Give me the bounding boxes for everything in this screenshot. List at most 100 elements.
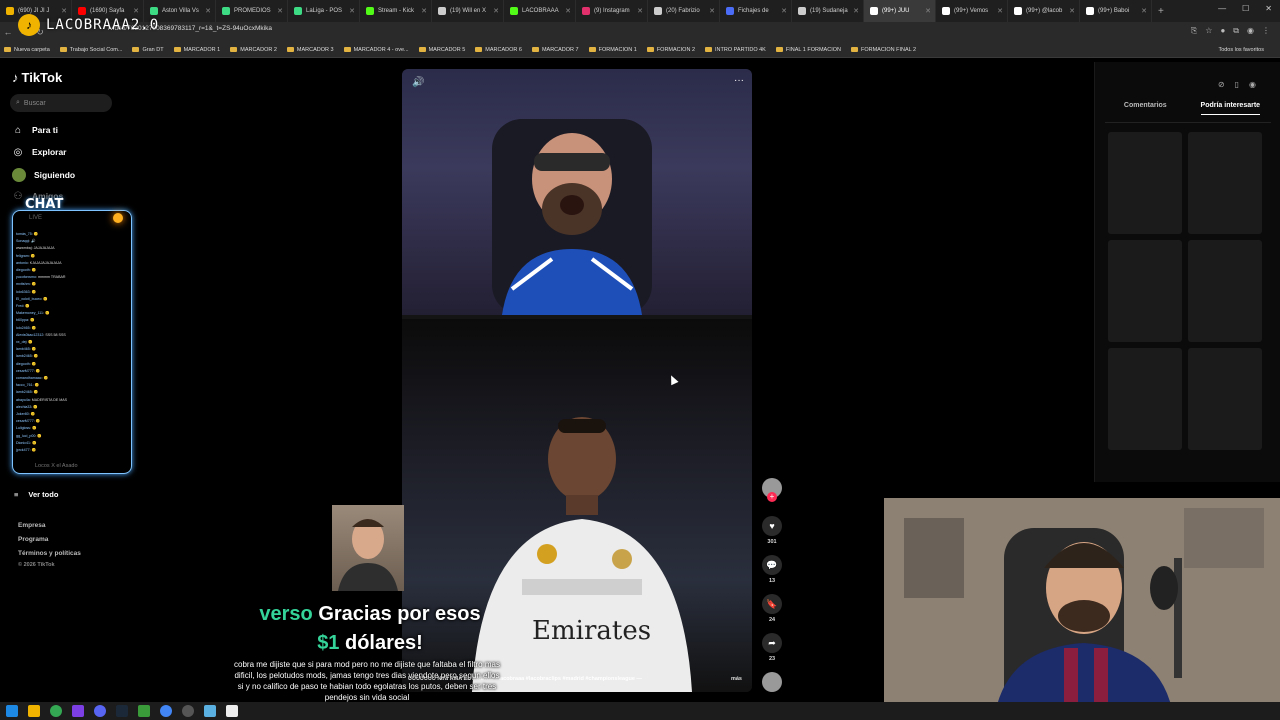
heart-icon[interactable]: ♥ bbox=[762, 516, 782, 536]
see-all-link[interactable]: ≡ Ver todo bbox=[14, 490, 58, 499]
tab-close-icon[interactable]: ✕ bbox=[1141, 7, 1147, 15]
bookmark-item[interactable]: INTRO PARTIDO 4K bbox=[705, 47, 766, 53]
bookmark-item[interactable]: MARCADOR 7 bbox=[531, 47, 579, 53]
like-action[interactable]: ♥ 301 bbox=[760, 516, 784, 545]
bookmark-item[interactable]: MARCADOR 2 bbox=[230, 47, 277, 53]
app-icon[interactable] bbox=[72, 705, 84, 717]
comment-icon[interactable]: 💬 bbox=[762, 555, 782, 575]
tab-close-icon[interactable]: ✕ bbox=[637, 7, 643, 15]
gift-icon[interactable]: ⊘ bbox=[1218, 80, 1225, 89]
bookmark-item[interactable]: FORMACION FINAL 2 bbox=[850, 47, 916, 53]
browser-tab[interactable]: (19) Will en X ✕ bbox=[432, 0, 504, 22]
file-explorer-icon[interactable] bbox=[28, 705, 40, 717]
extension-icon[interactable]: ● bbox=[1220, 26, 1225, 36]
comment-action[interactable]: 💬 13 bbox=[760, 555, 784, 584]
footer-terminos[interactable]: Términos y políticas bbox=[18, 550, 81, 557]
all-bookmarks[interactable]: Todos los favoritos bbox=[1218, 47, 1264, 53]
suggested-thumbnail[interactable] bbox=[1108, 348, 1182, 450]
suggested-thumbnail[interactable] bbox=[1188, 348, 1262, 450]
bookmark-item[interactable]: Gran DT bbox=[132, 47, 164, 53]
creator-avatar[interactable]: + bbox=[760, 478, 784, 502]
tab-close-icon[interactable]: ✕ bbox=[277, 7, 283, 15]
maximize-icon[interactable]: ☐ bbox=[1242, 4, 1249, 13]
volume-icon[interactable]: 🔊 bbox=[412, 77, 424, 88]
save-action[interactable]: 🔖 24 bbox=[760, 594, 784, 623]
tab-close-icon[interactable]: ✕ bbox=[205, 7, 211, 15]
steam-icon[interactable] bbox=[116, 705, 128, 717]
browser-tab[interactable]: Fichajes de ✕ bbox=[720, 0, 792, 22]
nav-para-ti[interactable]: ⌂ Para ti bbox=[12, 124, 58, 136]
tab-close-icon[interactable]: ✕ bbox=[997, 7, 1003, 15]
new-tab-icon[interactable]: + bbox=[1152, 6, 1170, 17]
profile-icon[interactable]: ◉ bbox=[1247, 26, 1254, 36]
tab-close-icon[interactable]: ✕ bbox=[421, 7, 427, 15]
bookmark-item[interactable]: Nueva carpeta bbox=[4, 47, 50, 53]
bookmark-star-icon[interactable]: ☆ bbox=[1205, 26, 1212, 36]
footer-programa[interactable]: Programa bbox=[18, 536, 48, 543]
tab-close-icon[interactable]: ✕ bbox=[565, 7, 571, 15]
extensions-puzzle-icon[interactable]: ⧉ bbox=[1233, 26, 1239, 36]
bookmark-item[interactable]: FORMACION 2 bbox=[646, 47, 695, 53]
install-icon[interactable]: ⎘ bbox=[1191, 26, 1197, 36]
suggested-thumbnail[interactable] bbox=[1108, 240, 1182, 342]
discord-icon[interactable] bbox=[94, 705, 106, 717]
browser-tab[interactable]: (20) Fabrizio ✕ bbox=[648, 0, 720, 22]
bookmark-item[interactable]: FINAL 1 FORMACION bbox=[775, 47, 841, 53]
back-icon[interactable]: ← bbox=[0, 27, 16, 37]
tiktok-app-icon[interactable] bbox=[226, 705, 238, 717]
share-icon[interactable]: ➦ bbox=[762, 633, 782, 653]
chrome-icon[interactable] bbox=[50, 705, 62, 717]
device-icon[interactable]: ▯ bbox=[1235, 80, 1239, 89]
tab-close-icon[interactable]: ✕ bbox=[709, 7, 715, 15]
tab-close-icon[interactable]: ✕ bbox=[349, 7, 355, 15]
app-icon[interactable] bbox=[138, 705, 150, 717]
bookmark-item[interactable]: MARCADOR 6 bbox=[475, 47, 522, 53]
bookmark-item[interactable]: FORMACION 1 bbox=[588, 47, 637, 53]
share-action[interactable]: ➦ 23 bbox=[760, 633, 784, 662]
tiktok-logo[interactable]: ♪ TikTok bbox=[12, 70, 62, 85]
browser-tab[interactable]: (99+) JUU ✕ bbox=[864, 0, 936, 22]
menu-kebab-icon[interactable]: ⋮ bbox=[1262, 26, 1270, 36]
start-icon[interactable] bbox=[6, 705, 18, 717]
caption-more-link[interactable]: más bbox=[731, 676, 742, 682]
tab-comentarios[interactable]: Comentarios bbox=[1124, 102, 1167, 115]
app-icon[interactable] bbox=[204, 705, 216, 717]
browser-tab[interactable]: (99+) @lacob ✕ bbox=[1008, 0, 1080, 22]
tab-podria-interesarte[interactable]: Podría interesarte bbox=[1200, 102, 1261, 115]
browser-tab[interactable]: (99+) Baboi ✕ bbox=[1080, 0, 1152, 22]
sound-disc[interactable] bbox=[760, 672, 784, 692]
browser-tab[interactable]: LACOBRAAA ✕ bbox=[504, 0, 576, 22]
browser-icon[interactable] bbox=[160, 705, 172, 717]
nav-siguiendo[interactable]: Siguiendo bbox=[12, 168, 75, 182]
follow-plus-icon[interactable]: + bbox=[767, 492, 777, 502]
browser-tab[interactable]: (19) Sudaneja ✕ bbox=[792, 0, 864, 22]
suggested-thumbnail[interactable] bbox=[1108, 132, 1182, 234]
tab-close-icon[interactable]: ✕ bbox=[1069, 7, 1075, 15]
bookmark-item[interactable]: MARCADOR 4 - ove... bbox=[343, 47, 409, 53]
bookmark-item[interactable]: MARCADOR 3 bbox=[286, 47, 334, 53]
suggested-thumbnail[interactable] bbox=[1188, 132, 1262, 234]
footer-empresa[interactable]: Empresa bbox=[18, 522, 45, 529]
browser-tab[interactable]: Stream - Kick ✕ bbox=[360, 0, 432, 22]
browser-tab[interactable]: (9) Instagram ✕ bbox=[576, 0, 648, 22]
tab-close-icon[interactable]: ✕ bbox=[781, 7, 787, 15]
suggested-thumbnail[interactable] bbox=[1188, 240, 1262, 342]
tab-close-icon[interactable]: ✕ bbox=[493, 7, 499, 15]
browser-tab[interactable]: LaLiga - POS ✕ bbox=[288, 0, 360, 22]
bookmark-item[interactable]: MARCADOR 1 bbox=[173, 47, 220, 53]
bookmark-item[interactable]: MARCADOR 5 bbox=[418, 47, 465, 53]
search-input[interactable]: ⌕ Buscar bbox=[10, 94, 112, 112]
browser-tab[interactable]: PROMEDIOS ✕ bbox=[216, 0, 288, 22]
minimize-icon[interactable]: — bbox=[1218, 4, 1226, 13]
tab-close-icon[interactable]: ✕ bbox=[925, 7, 931, 15]
browser-tab[interactable]: (99+) Vemos ✕ bbox=[936, 0, 1008, 22]
more-options-icon[interactable]: ··· bbox=[734, 75, 744, 86]
video-player[interactable]: 🔊 ··· Emirates bbox=[402, 69, 752, 692]
tab-close-icon[interactable]: ✕ bbox=[853, 7, 859, 15]
obs-icon[interactable] bbox=[182, 705, 194, 717]
user-avatar-icon[interactable]: ◉ bbox=[1249, 80, 1256, 89]
nav-explorar[interactable]: ◎ Explorar bbox=[12, 146, 67, 158]
bookmark-item[interactable]: Trabajo Social Com... bbox=[59, 47, 122, 53]
close-icon[interactable]: ✕ bbox=[1265, 4, 1272, 13]
bookmark-icon[interactable]: 🔖 bbox=[762, 594, 782, 614]
